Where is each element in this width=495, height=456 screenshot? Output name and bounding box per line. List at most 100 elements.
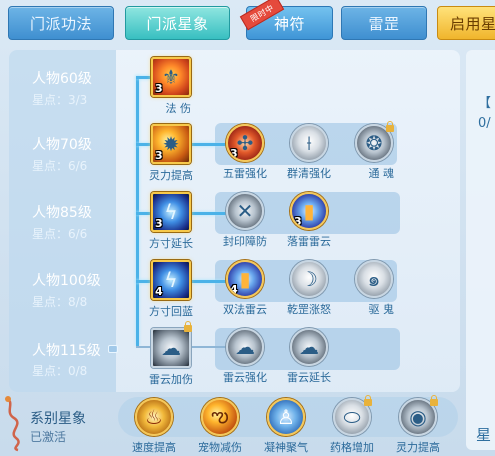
tier-title-60: 人物60级 — [32, 71, 92, 87]
lock-icon — [364, 395, 372, 406]
tab-school-stars[interactable]: 门派星象 — [125, 6, 230, 40]
tier-title-70: 人物70级 — [32, 137, 92, 153]
skill-label: 灵力提高 — [149, 169, 193, 182]
series-spirit-up[interactable]: ◉ 灵力提高 — [396, 395, 440, 455]
lock-icon — [430, 395, 438, 406]
skill-label: 药格增加 — [330, 441, 374, 454]
sword-glyph: ⟊ — [306, 131, 312, 155]
blade-glyph: ☽ — [300, 267, 318, 291]
skill-cloud-enhance[interactable]: ☁ 雷云强化 — [223, 328, 267, 385]
skill-five-thunder[interactable]: ✣ 3 五雷强化 — [223, 124, 267, 181]
pet-glyph: ఌ — [211, 402, 229, 427]
series-status: 已激活 — [30, 430, 67, 444]
figure-icon: ⚜ 3 — [151, 57, 191, 97]
enable-star-button[interactable]: 启用星 — [437, 6, 495, 40]
series-potion-up[interactable]: ⬭ 药格增加 — [330, 395, 374, 455]
lock-icon — [386, 121, 394, 132]
skill-label: 宠物减伤 — [198, 441, 242, 454]
swirl-glyph: ๑ — [367, 267, 381, 291]
branch-line-100 — [136, 280, 151, 283]
skill-soul-link[interactable]: ❂ 通 魂 — [354, 121, 395, 181]
tier-points-85: 星点：6/6 — [32, 227, 88, 241]
tier-title-100: 人物100级 — [32, 273, 101, 289]
skill-label: 乾罡涨怒 — [287, 303, 331, 316]
skill-range-mana[interactable]: ϟ 4 方寸回蓝 — [149, 260, 193, 319]
pet-flame-icon: ఌ — [201, 398, 239, 436]
flame-glyph: ♨ — [145, 405, 163, 429]
skill-spirit-boost[interactable]: ✹ 3 灵力提高 — [149, 124, 193, 183]
branch-line-115 — [136, 346, 151, 348]
tier-points-115: 星点：0/8 — [32, 364, 88, 378]
skill-group-clear[interactable]: ⟊ 群清强化 — [287, 124, 331, 181]
cloud-icon: ☁ — [151, 328, 191, 368]
tab-school-skills[interactable]: 门派功法 — [8, 6, 114, 40]
skill-range-extend[interactable]: ϟ 3 方寸延长 — [149, 192, 193, 251]
series-pet-reduce[interactable]: ఌ 宠物减伤 — [198, 398, 242, 455]
series-speed-up[interactable]: ♨ 速度提高 — [132, 398, 176, 455]
lock-icon — [184, 321, 192, 332]
skill-label: 群清强化 — [287, 167, 331, 180]
detail-star-label: 星 — [476, 426, 492, 444]
skill-magic-damage[interactable]: ⚜ 3 法 伤 — [151, 57, 191, 116]
skill-label: 方寸回蓝 — [149, 305, 193, 318]
tier-points-60: 星点：3/3 — [32, 93, 88, 107]
skill-label: 凝神聚气 — [264, 441, 308, 454]
skill-label: 方寸延长 — [149, 237, 193, 250]
skill-label: 速度提高 — [132, 441, 176, 454]
skill-falling-thunder[interactable]: ▮ 3 落雷雷云 — [287, 192, 331, 249]
tier-lock-icon — [108, 345, 118, 353]
series-focus-qi[interactable]: ♙ 凝神聚气 — [264, 398, 308, 455]
cloud-glyph: ☁ — [161, 336, 181, 360]
skill-label: 封印障防 — [223, 235, 267, 248]
lightning-icon: ϟ 4 — [151, 260, 191, 300]
skill-label: 雷云强化 — [223, 371, 267, 384]
lightning-icon: ϟ 3 — [151, 192, 191, 232]
skill-level: 3 — [155, 149, 163, 162]
talisman-icon: ▮ 4 — [226, 260, 264, 298]
tab-divine-talisman-label: 神符 — [273, 14, 305, 33]
skill-cloud-extend[interactable]: ☁ 雷云延长 — [287, 328, 331, 385]
skill-double-cloud[interactable]: ▮ 4 双法雷云 — [223, 260, 267, 317]
cross-glyph: ✕ — [236, 199, 254, 223]
detail-bracket: 【 — [478, 96, 492, 111]
tier-title-115: 人物115级 — [32, 343, 101, 359]
skill-label: 灵力提高 — [396, 441, 440, 454]
skill-seal-defense[interactable]: ✕ 封印障防 — [223, 192, 267, 249]
sword-icon: ⟊ — [290, 124, 328, 162]
skill-level: 4 — [155, 285, 163, 298]
cloud-icon: ☁ — [226, 328, 264, 366]
tree-trunk-line — [136, 76, 139, 346]
meditate-glyph: ♙ — [277, 405, 295, 429]
flame-burst-icon: ✹ 3 — [151, 124, 191, 164]
tier-points-100: 星点：8/8 — [32, 295, 88, 309]
skill-level: 3 — [155, 82, 163, 95]
branch-line-60 — [136, 76, 151, 79]
skill-level: 3 — [155, 217, 163, 230]
tab-thunder[interactable]: 雷罡 — [341, 6, 427, 40]
meditate-icon: ♙ — [267, 398, 305, 436]
tab-divine-talisman[interactable]: 限时中 神符 — [239, 0, 333, 40]
red-seal-icon: ✣ 3 — [226, 124, 264, 162]
skill-label: 通 魂 — [368, 167, 395, 180]
branch-line-70 — [136, 143, 151, 146]
skill-label: 五雷强化 — [223, 167, 267, 180]
dragon-ornament-icon — [5, 396, 20, 452]
skill-label: 落雷雷云 — [287, 235, 331, 248]
blade-icon: ☽ — [290, 260, 328, 298]
link-line-85 — [190, 212, 226, 215]
skill-cloud-damage[interactable]: ☁ 雷云加伤 — [149, 321, 193, 387]
skill-label: 雷云加伤 — [149, 373, 193, 386]
flame-icon: ♨ — [135, 398, 173, 436]
link-line-100 — [190, 280, 226, 283]
skill-label: 雷云延长 — [287, 371, 331, 384]
skill-rage-gain[interactable]: ☽ 乾罡涨怒 — [287, 260, 331, 317]
tier-title-85: 人物85级 — [32, 205, 92, 221]
detail-points: 0/ — [478, 116, 491, 131]
skill-level: 3 — [230, 147, 238, 160]
swirl-icon: ๑ — [355, 260, 393, 298]
skill-label: 双法雷云 — [223, 303, 267, 316]
skill-exorcise[interactable]: ๑ 驱 鬼 — [354, 260, 394, 317]
cloud-glyph: ☁ — [299, 335, 319, 359]
cloud-glyph: ☁ — [235, 335, 255, 359]
talisman-icon: ▮ 3 — [290, 192, 328, 230]
